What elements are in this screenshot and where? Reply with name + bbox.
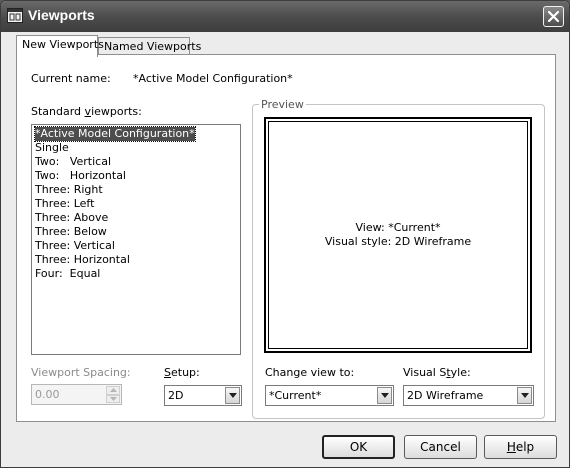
list-item[interactable]: Single [35, 141, 69, 155]
current-name-value: *Active Model Configuration* [133, 72, 293, 85]
change-view-dropdown[interactable]: *Current* [265, 385, 394, 406]
viewport-spacing-spinner: 0.00 [31, 384, 122, 405]
standard-viewports-list[interactable]: *Active Model Configuration* Single Two:… [31, 124, 241, 355]
change-view-value: *Current* [269, 389, 322, 402]
list-item[interactable]: Four: Equal [35, 267, 100, 281]
viewport-spacing-value: 0.00 [35, 388, 60, 401]
visual-style-dropdown[interactable]: 2D Wireframe [403, 385, 534, 406]
spin-up-icon [106, 386, 120, 395]
chevron-down-icon[interactable] [517, 387, 532, 404]
preview-view-text: View: *Current* [355, 221, 441, 234]
help-button[interactable]: Help [484, 435, 557, 459]
list-item[interactable]: Three: Right [35, 183, 103, 197]
list-item[interactable]: Three: Above [35, 211, 108, 225]
list-item[interactable]: Three: Horizontal [35, 253, 130, 267]
viewport-spacing-label: Viewport Spacing: [31, 366, 131, 379]
viewport-spacing-spin-buttons [106, 386, 120, 403]
list-item[interactable]: Two: Horizontal [35, 169, 126, 183]
setup-dropdown[interactable]: 2D [164, 385, 242, 406]
preview-visual-style-text: Visual style: 2D Wireframe [324, 235, 472, 248]
current-name-label: Current name: [31, 72, 111, 85]
chevron-down-icon[interactable] [377, 387, 392, 404]
spin-down-icon [106, 394, 120, 403]
standard-viewports-label: Standard viewports: [31, 105, 142, 118]
list-item[interactable]: Three: Left [35, 197, 94, 211]
change-view-label: Change view to: [265, 366, 355, 379]
visual-style-value: 2D Wireframe [407, 389, 484, 402]
preview-pane: View: *Current* Visual style: 2D Wirefra… [264, 117, 532, 353]
list-item[interactable]: Two: Vertical [35, 155, 111, 169]
list-item[interactable]: Three: Vertical [35, 239, 115, 253]
setup-value: 2D [168, 389, 184, 402]
chevron-down-icon[interactable] [225, 387, 240, 404]
cancel-button[interactable]: Cancel [404, 435, 477, 459]
visual-style-label: Visual Style: [403, 366, 471, 379]
preview-group-title: Preview [259, 98, 306, 111]
setup-label: Setup: [164, 366, 200, 379]
list-item[interactable]: *Active Model Configuration* [34, 126, 196, 142]
list-item[interactable]: Three: Below [35, 225, 107, 239]
viewports-dialog: Viewports New Viewports Named Viewports … [0, 0, 570, 468]
ok-button[interactable]: OK [322, 435, 395, 459]
preview-inner-frame: View: *Current* Visual style: 2D Wirefra… [268, 121, 528, 349]
